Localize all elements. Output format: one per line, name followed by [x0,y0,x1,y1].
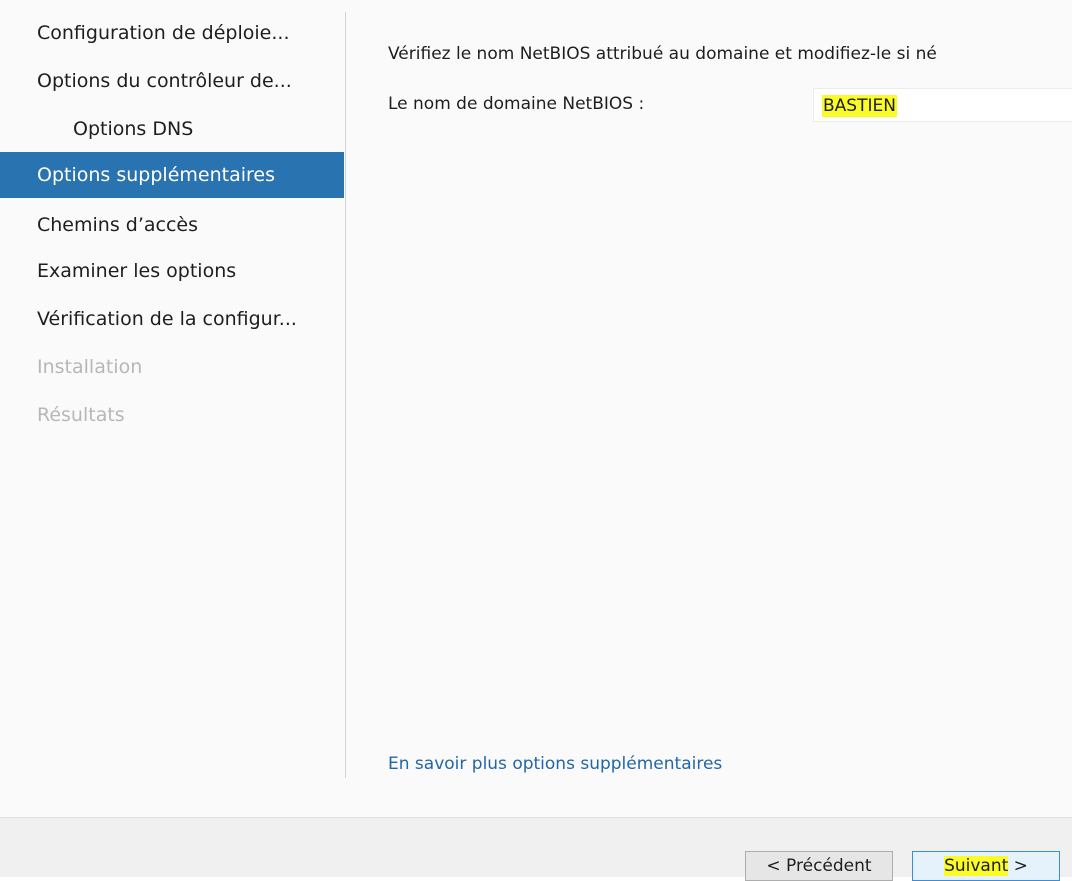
sidebar-item-configuration-deploiement[interactable]: Configuration de déploie... [0,10,344,56]
main-content: Vérifiez le nom NetBIOS attribué au doma… [346,0,1072,817]
wizard-steps-sidebar: Configuration de déploie... Options du c… [0,0,346,780]
sidebar-item-resultats: Résultats [37,404,125,426]
sidebar-item-options-supplementaires[interactable]: Options supplémentaires [0,152,344,198]
netbios-name-label: Le nom de domaine NetBIOS : [388,94,645,114]
netbios-name-value: BASTIEN [822,95,897,117]
sidebar-item-chemins-acces[interactable]: Chemins d’accès [0,202,344,248]
next-button-label-highlight: Suivant [944,856,1009,876]
sidebar-item-options-controleur[interactable]: Options du contrôleur de... [0,58,344,104]
netbios-name-field[interactable]: BASTIEN [813,88,1072,122]
sidebar-item-installation: Installation [37,356,143,378]
next-button-label-rest: > [1008,856,1028,876]
wizard-footer: < Précédent Suivant > [0,817,1072,881]
sidebar-item-examiner-options[interactable]: Examiner les options [0,248,344,294]
instruction-text: Vérifiez le nom NetBIOS attribué au doma… [388,44,937,64]
wizard-body: Configuration de déploie... Options du c… [0,0,1072,817]
learn-more-link[interactable]: En savoir plus options supplémentaires [388,754,722,774]
sidebar-item-options-dns[interactable]: Options DNS [0,106,344,152]
sidebar-item-verification-configuration[interactable]: Vérification de la configur... [0,296,344,342]
